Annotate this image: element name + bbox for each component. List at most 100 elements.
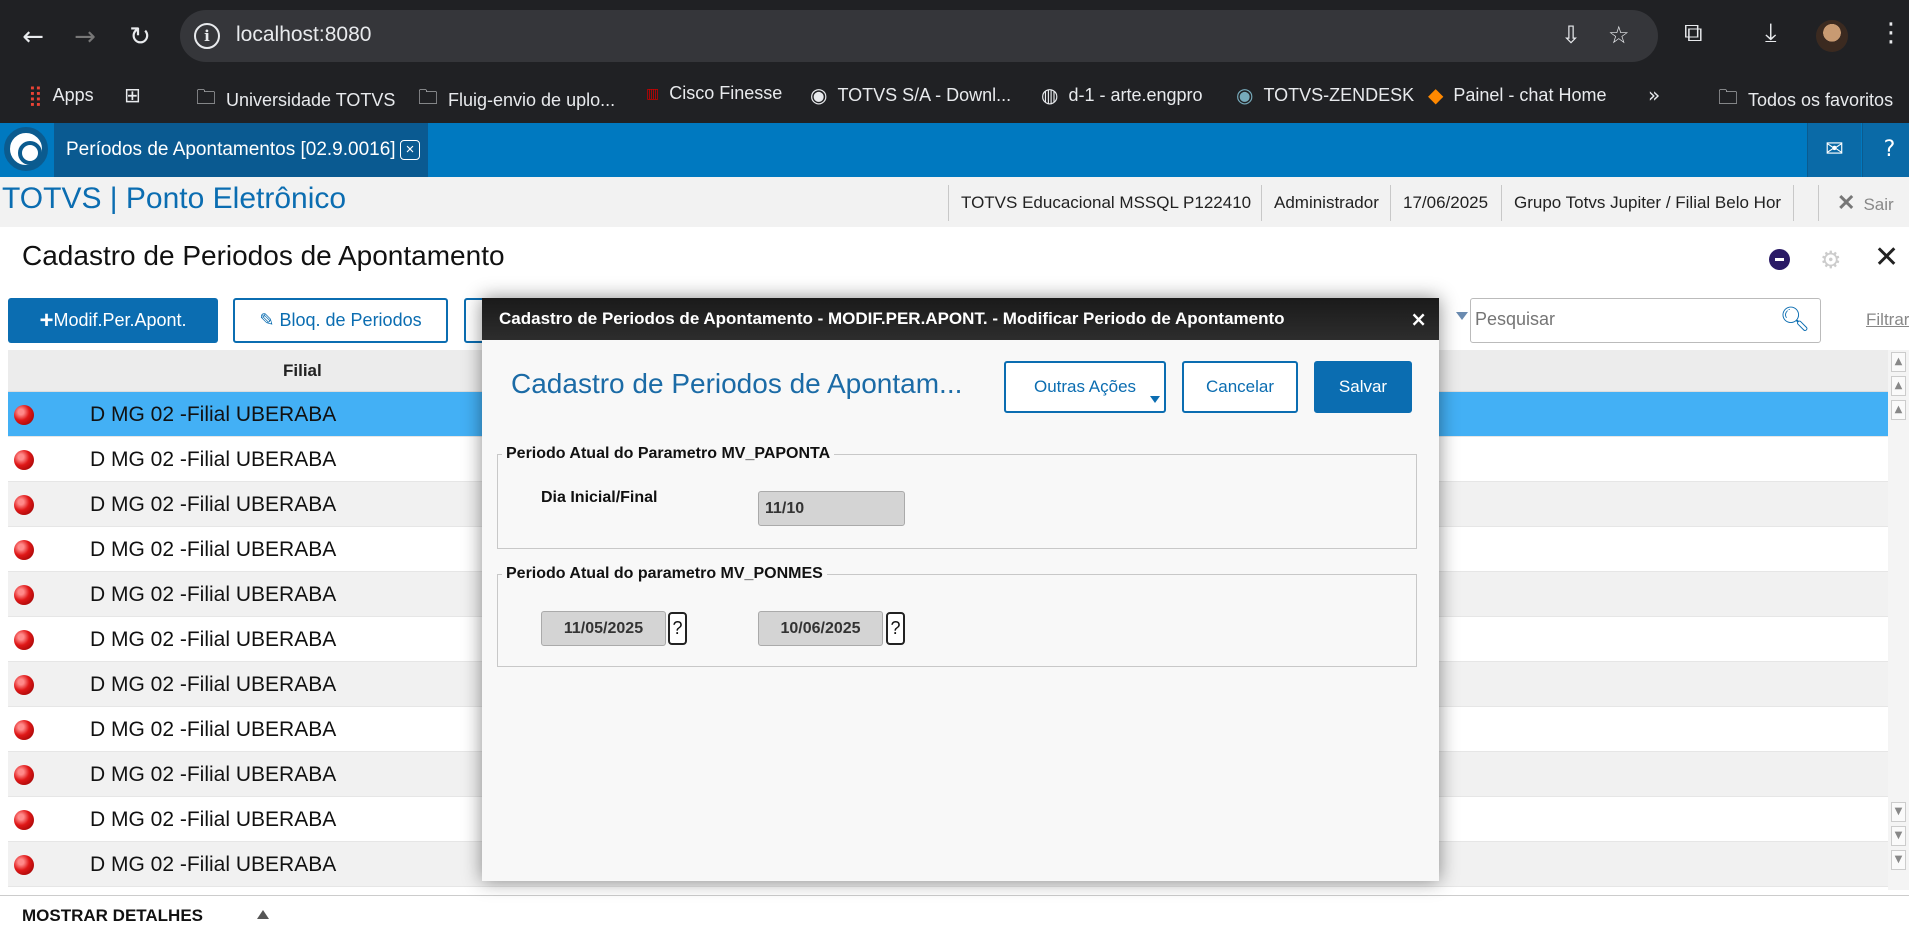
chevron-down-icon[interactable] — [1456, 312, 1468, 320]
bookmark-cisco[interactable]: ▥ Cisco Finesse — [646, 83, 782, 104]
logout-button[interactable]: ✕ Sair — [1818, 185, 1894, 221]
status-red-icon — [14, 765, 34, 785]
tab-periodos[interactable]: Períodos de Apontamentos [02.9.0016] × — [54, 123, 428, 177]
app-tab-bar: Períodos de Apontamentos [02.9.0016] × ✉… — [0, 123, 1909, 177]
zendesk-icon: ◉ — [1236, 83, 1254, 107]
scroll-page-down-icon[interactable]: ▼ — [1891, 826, 1906, 846]
scroll-top-icon[interactable]: ▲ — [1891, 352, 1906, 372]
forward-icon[interactable]: → — [67, 19, 103, 55]
status-red-icon — [14, 855, 34, 875]
status-circle-icon[interactable] — [1769, 249, 1790, 270]
chat-icon: ◆ — [1428, 83, 1444, 107]
cisco-icon: ▥ — [646, 85, 660, 102]
filter-link[interactable]: Filtrar — [1866, 310, 1909, 330]
dialog-title: Cadastro de Periodos de Apontam... — [511, 368, 963, 399]
folder-icon: 🗀 — [196, 85, 216, 109]
chevron-up-icon[interactable] — [257, 910, 269, 919]
search-input[interactable] — [1475, 309, 1775, 330]
back-icon[interactable]: ← — [15, 19, 51, 55]
pencil-icon: ✎ — [259, 310, 275, 331]
branch-info[interactable]: Grupo Totvs Jupiter / Filial Belo Hor — [1501, 185, 1795, 221]
avatar[interactable] — [1816, 20, 1848, 52]
date-info[interactable]: 17/06/2025 — [1390, 185, 1500, 221]
paponta-legend: Periodo Atual do Parametro MV_PAPONTA — [506, 445, 831, 462]
folder-icon: 🗀 — [1718, 85, 1738, 109]
extensions-icon[interactable]: ⧉ — [1684, 18, 1703, 49]
totvs-icon: ◉ — [810, 83, 828, 107]
status-red-icon — [14, 495, 34, 515]
star-icon[interactable]: ☆ — [1608, 21, 1630, 49]
user-info[interactable]: Administrador — [1261, 185, 1391, 221]
status-red-icon — [14, 810, 34, 830]
status-red-icon — [14, 585, 34, 605]
start-end-day-label: Dia Inicial/Final — [541, 489, 658, 506]
browser-toolbar: ← → ↻ i localhost:8080 ⇩ ☆ ⧉ ⤓ ⋮ — [0, 0, 1909, 73]
period-start-field[interactable]: 11/05/2025 — [541, 611, 666, 646]
gear-icon[interactable]: ⚙ — [1820, 246, 1842, 274]
show-details-label[interactable]: MOSTRAR DETALHES — [22, 906, 203, 926]
chevron-down-icon — [1150, 396, 1160, 403]
install-icon[interactable]: ⇩ — [1561, 21, 1581, 49]
period-end-lookup-button[interactable]: ? — [886, 612, 905, 645]
bookmark-painel[interactable]: ◆ Painel - chat Home — [1428, 83, 1606, 107]
close-icon: ✕ — [1837, 190, 1856, 215]
status-red-icon — [14, 630, 34, 650]
scroll-page-up-icon[interactable]: ▲ — [1891, 376, 1906, 396]
bookmark-fluig[interactable]: 🗀 Fluig-envio de uplo... — [418, 83, 615, 117]
status-red-icon — [14, 450, 34, 470]
cancel-button[interactable]: Cancelar — [1182, 361, 1298, 413]
start-end-day-field[interactable]: 11/10 — [758, 491, 905, 526]
status-red-icon — [14, 720, 34, 740]
more-bookmarks-icon[interactable]: » — [1648, 83, 1660, 107]
status-red-icon — [14, 405, 34, 425]
url-text[interactable]: localhost:8080 — [236, 23, 371, 47]
close-tab-icon[interactable]: × — [400, 140, 420, 160]
period-end-field[interactable]: 10/06/2025 — [758, 611, 883, 646]
globe-icon: ◍ — [1041, 83, 1059, 107]
bookmark-zendesk[interactable]: ◉ TOTVS-ZENDESK — [1236, 83, 1414, 107]
close-page-icon[interactable]: ✕ — [1874, 240, 1899, 275]
status-red-icon — [14, 540, 34, 560]
dialog-header: Cadastro de Periodos de Apontamento - MO… — [482, 298, 1439, 340]
search-field[interactable]: 🔍︎ — [1470, 298, 1821, 343]
address-bar[interactable]: i localhost:8080 ⇩ ☆ — [180, 10, 1658, 62]
modify-period-dialog: Cadastro de Periodos de Apontamento - MO… — [482, 298, 1439, 881]
scroll-up-icon[interactable]: ▲ — [1891, 400, 1906, 420]
scroll-bottom-icon[interactable]: ▼ — [1891, 850, 1906, 870]
app-title: TOTVS | Ponto Eletrônico — [2, 182, 347, 215]
environment-info[interactable]: TOTVS Educacional MSSQL P122410 — [948, 185, 1263, 221]
app-title-bar: TOTVS | Ponto Eletrônico TOTVS Educacion… — [0, 177, 1909, 227]
help-icon[interactable]: ? — [1862, 123, 1909, 177]
grid-icon: ⊞ — [124, 83, 141, 107]
search-icon[interactable]: 🔍︎ — [1780, 305, 1810, 333]
modify-period-button[interactable]: +Modif.Per.Apont. — [8, 298, 218, 343]
block-periods-button[interactable]: ✎ Bloq. de Periodos — [233, 298, 448, 343]
ponmes-legend: Periodo Atual do parametro MV_PONMES — [506, 565, 823, 582]
page-title: Cadastro de Periodos de Apontamento — [22, 240, 505, 271]
menu-icon[interactable]: ⋮ — [1878, 18, 1904, 48]
details-bar[interactable]: MOSTRAR DETALHES — [0, 895, 1909, 937]
bookmark-arte[interactable]: ◍ d-1 - arte.engpro — [1041, 83, 1203, 107]
close-icon[interactable]: × — [1410, 298, 1427, 340]
totvs-logo[interactable] — [4, 127, 48, 171]
bookmark-all[interactable]: 🗀 Todos os favoritos — [1718, 83, 1893, 117]
bookmark-tab-groups[interactable]: ⊞ — [124, 83, 141, 107]
other-actions-button[interactable]: Outras Ações — [1004, 361, 1166, 413]
column-header-filial[interactable]: Filial — [283, 361, 322, 381]
folder-icon: 🗀 — [418, 85, 438, 109]
bookmark-totvs-download[interactable]: ◉ TOTVS S/A - Downl... — [810, 83, 1011, 107]
grid-scrollbar[interactable]: ▲ ▲ ▲ ▼ ▼ ▼ — [1888, 350, 1909, 890]
period-start-lookup-button[interactable]: ? — [668, 612, 687, 645]
scroll-down-icon[interactable]: ▼ — [1891, 802, 1906, 822]
plus-icon: + — [39, 307, 54, 334]
mail-icon[interactable]: ✉ — [1807, 123, 1861, 177]
reload-icon[interactable]: ↻ — [122, 19, 158, 55]
bookmark-apps[interactable]: ⣿ Apps — [28, 83, 94, 107]
apps-grid-icon: ⣿ — [28, 83, 43, 107]
status-red-icon — [14, 675, 34, 695]
bookmark-universidade[interactable]: 🗀 Universidade TOTVS — [196, 83, 395, 117]
save-button[interactable]: Salvar — [1314, 361, 1412, 413]
bookmarks-bar: ⣿ Apps ⊞ 🗀 Universidade TOTVS 🗀 Fluig-envio… — [0, 73, 1909, 123]
download-icon[interactable]: ⤓ — [1765, 18, 1777, 49]
site-info-icon[interactable]: i — [194, 23, 220, 49]
